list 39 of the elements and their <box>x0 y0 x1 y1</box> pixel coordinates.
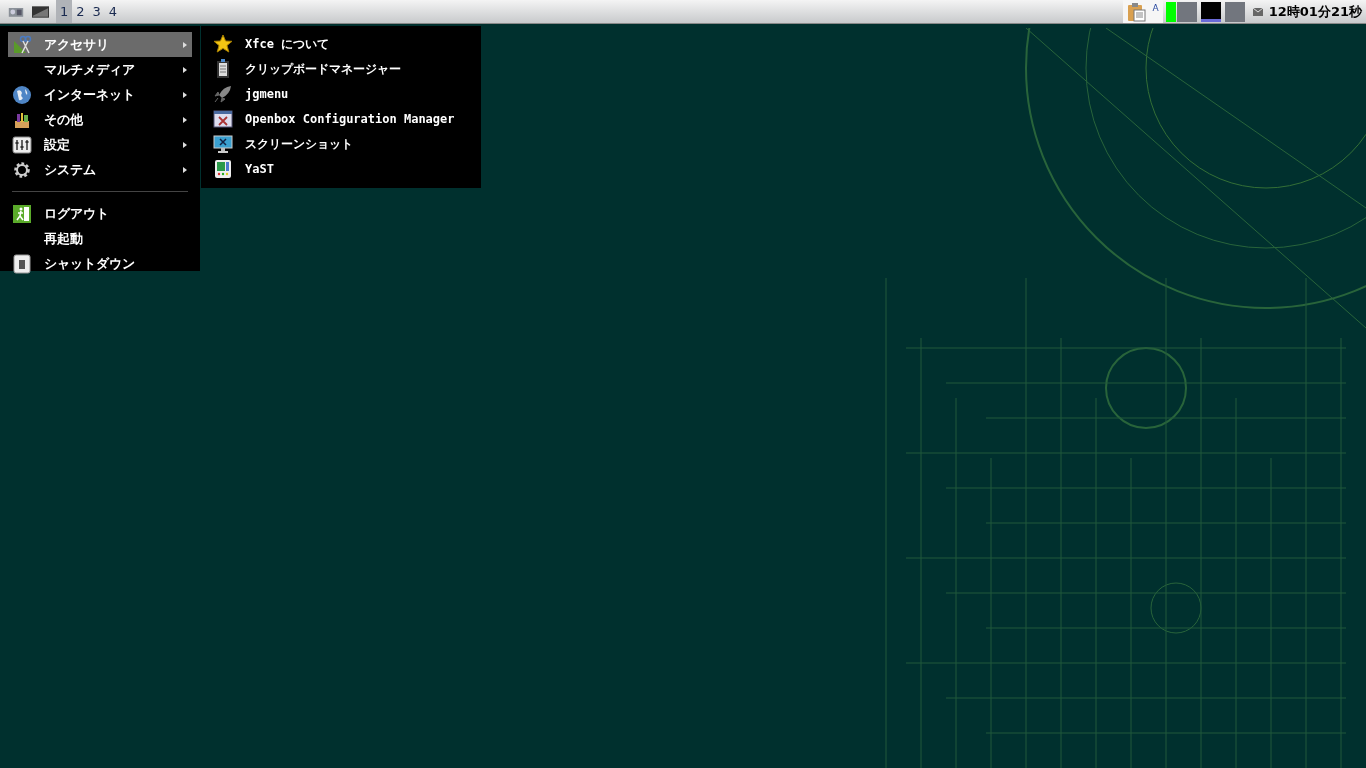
globe-icon <box>12 84 32 105</box>
menu-item[interactable]: Openbox Configuration Manager <box>213 106 469 131</box>
menu-item[interactable]: システム <box>8 157 192 182</box>
monitor-icon <box>213 133 233 154</box>
keyboard-indicator[interactable]: A <box>1152 2 1159 16</box>
menu-item[interactable]: スクリーンショット <box>213 131 469 156</box>
sliders-icon <box>12 134 32 155</box>
menu-item[interactable]: YaST <box>213 156 469 181</box>
memory-meter-drawing <box>1176 1 1197 22</box>
desktop-icon[interactable] <box>32 5 49 18</box>
cpu-meter-drawing <box>1165 1 1176 22</box>
switch-icon <box>12 253 32 274</box>
workspace-button[interactable]: 4 <box>104 0 122 23</box>
network-meter-drawing <box>1200 1 1221 22</box>
menu-item[interactable]: インターネット <box>8 82 192 107</box>
menu-item[interactable]: 再起動 <box>8 226 192 251</box>
clipboard-icon[interactable] <box>1126 1 1147 22</box>
workspace-button[interactable]: 3 <box>88 0 105 23</box>
menu-item[interactable]: マルチメディア <box>8 57 192 82</box>
star-icon <box>213 33 233 54</box>
menu-item[interactable]: その他 <box>8 107 192 132</box>
control-panel-icon <box>213 158 233 179</box>
clock[interactable]: 12時01分21秒 <box>1268 1 1362 22</box>
rocket-icon <box>213 83 233 104</box>
menu-item[interactable]: ログアウト <box>8 201 192 226</box>
menu-item[interactable]: Xfce について <box>213 31 469 56</box>
workspace-button[interactable]: 1 <box>56 0 73 23</box>
load-meter-drawing <box>1224 1 1245 22</box>
menu-item[interactable]: シャットダウン <box>8 251 192 276</box>
workspace-button[interactable]: 2 <box>72 0 89 23</box>
gear-icon <box>12 159 32 180</box>
menu-item[interactable]: jgmenu <box>213 81 469 106</box>
menu-item[interactable]: クリップボードマネージャー <box>213 56 469 81</box>
window-tools-icon <box>213 108 233 129</box>
scissors-ruler-icon <box>12 34 32 55</box>
menu-item[interactable]: アクセサリ <box>8 32 192 57</box>
menu-item[interactable]: 設定 <box>8 132 192 157</box>
mail-icon[interactable] <box>1252 7 1263 16</box>
exit-icon <box>12 203 32 224</box>
